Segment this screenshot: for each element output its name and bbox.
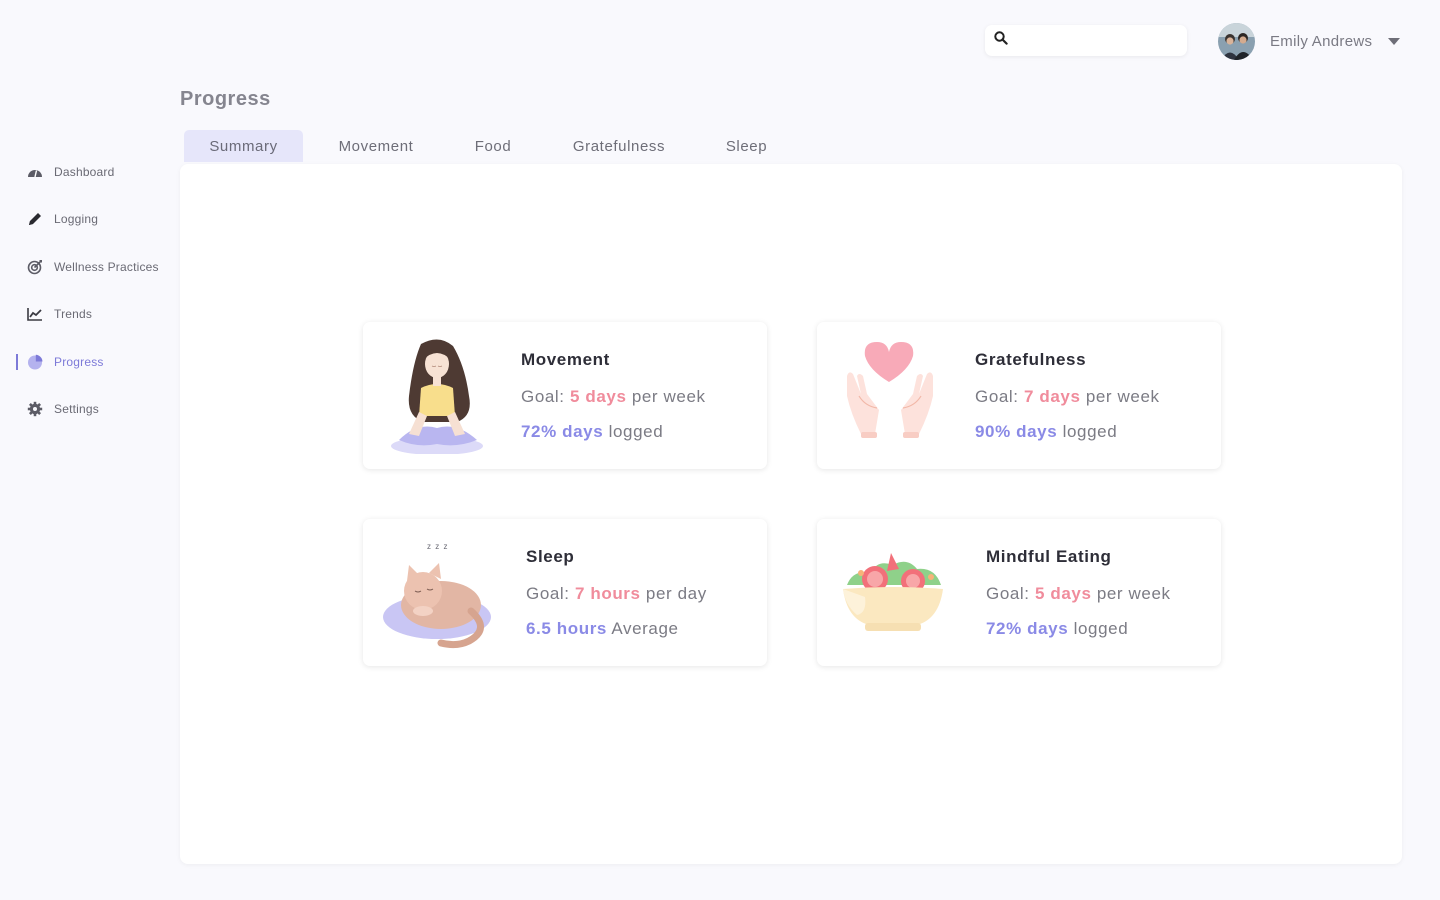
mindful-eating-text: Mindful Eating Goal: 5 days per week 72%… <box>986 547 1171 639</box>
sidebar-item-logging[interactable]: Logging <box>0 196 175 244</box>
page-title: Progress <box>180 88 271 110</box>
movement-text: Movement Goal: 5 days per week 72% days … <box>521 350 706 442</box>
tab-food[interactable]: Food <box>454 130 532 162</box>
goal-line: Goal: 7 hours per day <box>526 584 707 604</box>
sidebar-item-label: Trends <box>54 307 93 322</box>
goal-value: 5 days <box>1034 584 1092 603</box>
card-title: Sleep <box>526 547 575 566</box>
card-title: Movement <box>521 350 610 369</box>
goal-value: 7 days <box>1023 387 1081 406</box>
tab-sleep[interactable]: Sleep <box>714 130 779 162</box>
user-name[interactable]: Emily Andrews <box>1270 33 1372 50</box>
goal-suffix: per week <box>1085 387 1160 406</box>
sleep-card[interactable]: z z z Sleep Goal: 7 hours per day 6.5 ho… <box>363 519 767 666</box>
goal-line: Goal: 5 days per week <box>986 584 1171 604</box>
sidebar-item-label: Progress <box>54 354 104 369</box>
goal-line: Goal: 5 days per week <box>521 387 706 407</box>
card-title: Mindful Eating <box>986 547 1112 566</box>
sidebar-item-settings[interactable]: Settings <box>0 386 175 434</box>
gauge-icon <box>26 163 43 180</box>
goal-suffix: per week <box>1096 584 1171 603</box>
sidebar-item-label: Dashboard <box>54 164 115 179</box>
sidebar-item-label: Logging <box>54 212 99 227</box>
sleep-text: Sleep Goal: 7 hours per day 6.5 hours Av… <box>526 547 707 639</box>
goal-prefix: Goal: <box>986 584 1030 603</box>
sidebar-item-label: Settings <box>54 402 99 417</box>
stat-value: 72% days <box>986 619 1069 638</box>
goal-prefix: Goal: <box>526 584 570 603</box>
goal-value: 7 hours <box>574 584 641 603</box>
movement-card[interactable]: Movement Goal: 5 days per week 72% days … <box>363 322 767 469</box>
goal-prefix: Goal: <box>975 387 1019 406</box>
goal-suffix: per week <box>631 387 706 406</box>
stat-line: 72% days logged <box>521 422 706 442</box>
stat-suffix: logged <box>1062 422 1118 441</box>
tab-movement[interactable]: Movement <box>326 130 426 162</box>
sidebar-item-wellness-practices[interactable]: Wellness Practices <box>0 243 175 291</box>
stat-value: 6.5 hours <box>526 619 607 638</box>
stat-suffix: Average <box>611 619 679 638</box>
trend-chart-icon <box>26 306 43 323</box>
gratefulness-text: Gratefulness Goal: 7 days per week 90% d… <box>975 350 1160 442</box>
goal-value: 5 days <box>569 387 627 406</box>
pencil-icon <box>26 211 43 228</box>
tab-summary[interactable]: Summary <box>184 130 303 162</box>
goal-line: Goal: 7 days per week <box>975 387 1160 407</box>
stat-value: 72% days <box>521 422 604 441</box>
search-box[interactable] <box>985 25 1187 56</box>
sidebar-item-label: Wellness Practices <box>54 259 159 274</box>
search-icon <box>994 31 1008 50</box>
summary-panel: Movement Goal: 5 days per week 72% days … <box>180 164 1402 864</box>
gear-icon <box>26 401 43 418</box>
target-icon <box>26 258 43 275</box>
zzz-label: z z z <box>427 542 448 551</box>
stat-line: 6.5 hours Average <box>526 619 707 639</box>
sidebar-item-progress[interactable]: Progress <box>0 338 175 386</box>
stat-value: 90% days <box>975 422 1058 441</box>
sleeping-cat-illustration: z z z <box>383 533 495 651</box>
gratefulness-card[interactable]: Gratefulness Goal: 7 days per week 90% d… <box>817 322 1221 469</box>
stat-suffix: logged <box>1073 619 1129 638</box>
goal-suffix: per day <box>645 584 707 603</box>
sidebar-item-dashboard[interactable]: Dashboard <box>0 148 175 196</box>
pie-chart-icon <box>26 353 43 370</box>
sidebar: Dashboard Logging Wellness Practices Tre… <box>0 148 175 433</box>
chevron-down-icon[interactable] <box>1388 37 1401 45</box>
card-title: Gratefulness <box>975 350 1087 369</box>
stat-line: 72% days logged <box>986 619 1171 639</box>
meditation-illustration <box>383 336 495 455</box>
search-input[interactable] <box>1016 32 1176 49</box>
salad-bowl-illustration <box>837 533 949 651</box>
heart-hands-illustration <box>837 336 949 454</box>
goal-prefix: Goal: <box>521 387 565 406</box>
user-menu[interactable]: Emily Andrews <box>1218 22 1401 60</box>
sidebar-item-trends[interactable]: Trends <box>0 291 175 339</box>
mindful-eating-card[interactable]: Mindful Eating Goal: 5 days per week 72%… <box>817 519 1221 666</box>
stat-suffix: logged <box>608 422 664 441</box>
tab-gratefulness[interactable]: Gratefulness <box>564 130 674 162</box>
stat-line: 90% days logged <box>975 422 1160 442</box>
avatar[interactable] <box>1218 22 1255 60</box>
